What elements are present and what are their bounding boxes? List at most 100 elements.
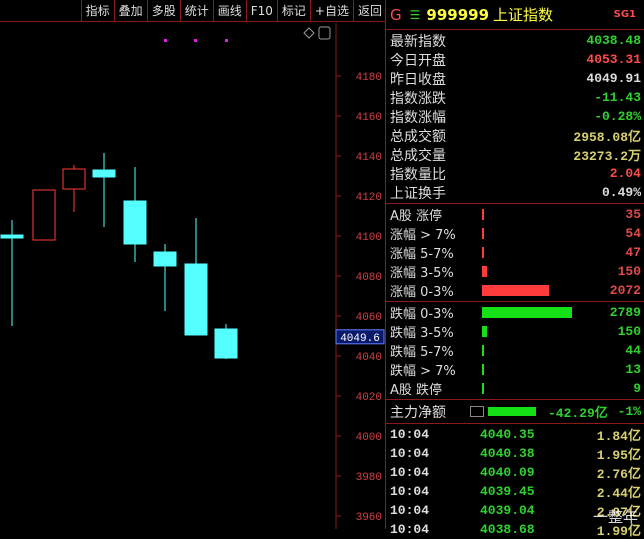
toolbar-button[interactable]: 画线 [212, 0, 246, 22]
toolbar-button[interactable]: 统计 [179, 0, 213, 22]
dist-label: 涨幅 3-5% [390, 266, 454, 281]
quote-row: 总成交量 23273.2万 [386, 145, 644, 165]
main-flow-pct: -1% [617, 404, 641, 419]
tick-time: 10:04 [390, 465, 430, 480]
tick-price: 4039.04 [480, 503, 535, 518]
dist-value: 150 [617, 324, 641, 339]
tick-row: 10:04 4039.45 2.44亿 [386, 482, 644, 501]
dist-row: 涨幅 5-7% 47 [386, 243, 644, 262]
candle-body [32, 189, 56, 241]
dist-row: 涨幅 0-3% 2072 [386, 281, 644, 300]
y-tick-label: 4040 [356, 352, 382, 364]
stock-name: 上证指数 [493, 6, 554, 24]
y-tick-label: 4000 [356, 432, 382, 444]
dist-bar [482, 345, 581, 356]
main-flow-row: 主力净额 -42.29亿 -1% [386, 400, 644, 424]
y-tick-label: 3980 [356, 472, 382, 484]
quote-label: 上证换手 [390, 185, 446, 202]
y-tick-label: 4100 [356, 232, 382, 244]
dist-value: 2072 [609, 283, 641, 298]
candle-body [123, 200, 147, 245]
quote-value: -11.43 [594, 90, 641, 105]
dist-value: 35 [625, 207, 641, 222]
y-tick-label: 4080 [356, 272, 382, 284]
up-distribution: A股 涨停 35 涨幅 > 7% 54 涨幅 5-7% 47 涨幅 3-5% 150 涨幅 0-… [386, 204, 644, 302]
dist-label: A股 涨停 [390, 209, 443, 224]
dist-row: 涨幅 3-5% 150 [386, 262, 644, 281]
dist-bar [482, 326, 581, 337]
y-tick-label: 4160 [356, 112, 382, 124]
tick-amount: 2.44亿 [596, 486, 641, 501]
dist-value: 44 [625, 343, 641, 358]
panel-toggle-icon [318, 26, 331, 40]
quote-value: 4053.31 [586, 52, 641, 67]
candle-body [184, 263, 208, 336]
tick-time: 10:04 [390, 503, 430, 518]
dist-value: 9 [633, 381, 641, 396]
dist-value: 13 [625, 362, 641, 377]
dist-row: 跌幅 > 7% 13 [386, 360, 644, 379]
toolbar-button[interactable]: 返回 [352, 0, 386, 22]
tick-time: 10:04 [390, 522, 430, 537]
tick-price: 4040.38 [480, 446, 535, 461]
tick-amount: 1.84亿 [596, 429, 641, 444]
tick-price: 4040.09 [480, 465, 535, 480]
quote-row: 最新指数 4038.48 [386, 31, 644, 50]
toolbar-button[interactable]: 多股 [146, 0, 180, 22]
y-tick-label: 4140 [356, 152, 382, 164]
dist-label: 跌幅 3-5% [390, 326, 454, 341]
candlestick-chart[interactable]: 4180 4160 4140 4120 4100 4080 4060 4040 4020 4000… [0, 23, 386, 529]
dist-label: 涨幅 5-7% [390, 247, 454, 262]
dist-row: 跌幅 3-5% 150 [386, 322, 644, 341]
quote-row: 指数涨幅 -0.28% [386, 107, 644, 126]
tick-price: 4040.35 [480, 427, 535, 442]
dist-label: 跌幅 > 7% [390, 364, 456, 379]
tick-time: 10:04 [390, 427, 430, 442]
tick-row: 10:04 4040.38 1.95亿 [386, 444, 644, 463]
list-icon[interactable] [470, 406, 484, 417]
dist-bar [482, 266, 581, 277]
quote-label: 指数量比 [390, 166, 446, 183]
dist-row: 跌幅 5-7% 44 [386, 341, 644, 360]
quote-value: 23273.2万 [573, 149, 641, 164]
toolbar-button[interactable]: 指标 [80, 0, 114, 22]
dist-value: 150 [617, 264, 641, 279]
dist-label: 跌幅 5-7% [390, 345, 454, 360]
quote-value: -0.28% [594, 109, 641, 124]
y-tick-label: 4020 [356, 392, 382, 404]
tick-row: 10:04 4040.35 1.84亿 [386, 425, 644, 444]
toolbar-button[interactable]: 叠加 [113, 0, 147, 22]
tick-time: 10:04 [390, 446, 430, 461]
menu-icon[interactable]: ☰ [410, 8, 421, 22]
toolbar-button[interactable]: F10 [245, 0, 277, 22]
y-tick-label: 3960 [356, 512, 382, 524]
tick-amount: 1.95亿 [596, 448, 641, 463]
dist-row: 涨幅 > 7% 54 [386, 224, 644, 243]
dist-label: A股 跌停 [390, 383, 443, 398]
quote-label: 指数涨跌 [390, 90, 446, 107]
y-tick-label: 4060 [356, 312, 382, 324]
quote-row: 昨日收盘 4049.91 [386, 69, 644, 88]
marker-dot [194, 39, 197, 42]
dist-row: 跌幅 0-3% 2789 [386, 303, 644, 322]
diamond-icon [303, 27, 315, 39]
main-flow-amount: -42.29亿 [548, 406, 608, 421]
tick-price: 4038.68 [480, 522, 535, 537]
toolbar-button[interactable]: +自选 [309, 0, 353, 22]
quote-list: 最新指数 4038.48 今日开盘 4053.31 昨日收盘 4049.91 指数涨跌 -11… [386, 30, 644, 204]
y-tick-label: 4120 [356, 192, 382, 204]
quote-value: 0.49% [601, 185, 641, 200]
down-distribution: 跌幅 0-3% 2789 跌幅 3-5% 150 跌幅 5-7% 44 跌幅 > 7% 13 A… [386, 302, 644, 400]
candle-body [214, 328, 238, 359]
dist-value: 54 [625, 226, 641, 241]
watermark: 一整年 [592, 508, 638, 526]
quote-label: 昨日收盘 [390, 71, 446, 88]
toolbar-button[interactable]: 标记 [276, 0, 310, 22]
quote-label: 今日开盘 [390, 52, 446, 69]
tick-price: 4039.45 [480, 484, 535, 499]
toolbar: 指标 叠加 多股 统计 画线 F10 标记 +自选 返回 [0, 0, 386, 22]
quote-panel: G ☰ 999999 上证指数 SG1 最新指数 4038.48 今日开盘 4053.… [386, 0, 644, 539]
dist-bar [482, 247, 581, 258]
dist-bar [482, 307, 581, 318]
current-price-label: 4049.6 [340, 333, 380, 345]
